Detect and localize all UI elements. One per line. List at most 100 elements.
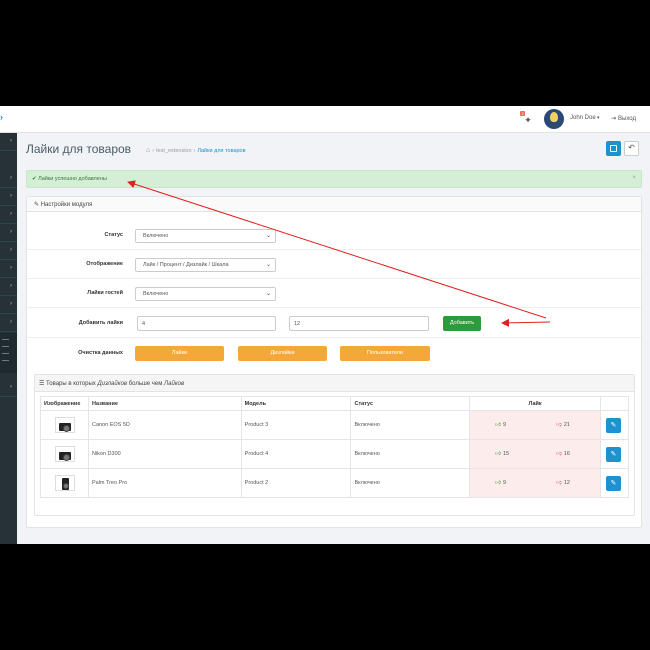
logout-link[interactable]: ⇥ Выход <box>611 115 636 122</box>
product-image-cell <box>40 468 89 498</box>
sidebar: › › › › › › › › › › › <box>0 133 17 544</box>
clear-likes-button[interactable]: Лайки <box>135 346 224 361</box>
products-table: Изображение Название Модель Статус Лайк … <box>40 396 630 498</box>
thumbs-down-icon: 👎︎ 21 <box>556 422 570 428</box>
save-button[interactable] <box>606 141 621 156</box>
chevron-right-icon: › <box>10 211 12 217</box>
home-icon[interactable]: ⌂ <box>146 147 150 154</box>
products-title-likes: Лайков <box>164 381 185 387</box>
add-likes-row: Добавить лайки 4 12 Добавить <box>27 308 641 338</box>
add-likes-label: Добавить лайки <box>78 320 123 326</box>
table-row: Nikon D300 Product 4 Включено 👍︎ 15 👎︎ 16 … <box>40 439 630 469</box>
action-cell: ✎ <box>599 439 630 469</box>
product-model: Product 4 <box>240 439 352 469</box>
chevron-down-icon: ⌄ <box>265 262 271 268</box>
status-select[interactable]: Включено ⌄ <box>135 229 276 243</box>
status-row: Статус Включено ⌄ <box>27 222 641 250</box>
action-cell: ✎ <box>599 468 630 498</box>
likes-cell: 👍︎ 9 👎︎ 12 <box>469 468 601 498</box>
products-title-dislikes: Дизлайков <box>97 381 128 387</box>
clear-users-button[interactable]: Пользователи <box>340 346 430 361</box>
column-header-status[interactable]: Статус <box>350 396 471 411</box>
column-header-action <box>599 396 630 411</box>
product-image-cell <box>40 410 89 440</box>
like-count: 15 <box>503 451 510 457</box>
alert-text: Лайки успешно добавлены <box>38 176 107 182</box>
chevron-right-icon: › <box>10 193 12 199</box>
column-header-model[interactable]: Модель <box>240 396 352 411</box>
sidebar-item[interactable]: › <box>0 133 17 151</box>
settings-panel: ✎ Настройки модуля Статус Включено ⌄ Отоб… <box>26 196 642 528</box>
sidebar-item[interactable]: › <box>0 206 17 224</box>
product-status: Включено <box>350 468 471 498</box>
notifications-button[interactable]: ✦ 2 <box>520 111 536 128</box>
pencil-icon: ✎ <box>610 450 617 458</box>
reply-icon: ↶ <box>628 143 635 152</box>
guest-likes-row: Лайки гостей Включено ⌄ <box>27 279 641 308</box>
product-status: Включено <box>350 439 471 469</box>
chevron-right-icon: › <box>10 283 12 289</box>
chevron-right-icon: › <box>10 175 12 181</box>
table-header-row: Изображение Название Модель Статус Лайк <box>40 396 630 411</box>
back-button[interactable]: ↶ <box>624 141 639 156</box>
likes-count-input[interactable]: 4 <box>137 316 276 331</box>
product-image <box>55 417 75 433</box>
clear-dislikes-button[interactable]: Дизлайки <box>238 346 327 361</box>
action-cell: ✎ <box>599 410 630 440</box>
sidebar-item[interactable]: › <box>0 188 17 206</box>
top-header: › ✦ 2 John Doe ▾ ⇥ Выход <box>0 106 650 133</box>
avatar[interactable] <box>544 109 564 129</box>
product-name: Nikon D300 <box>87 439 242 469</box>
like-count: 9 <box>503 422 507 428</box>
display-row: Отображение Лайк / Процент / Дизлайк / Ш… <box>27 250 641 279</box>
guest-likes-select[interactable]: Включено ⌄ <box>135 287 276 301</box>
column-header-name[interactable]: Название <box>87 396 242 411</box>
edit-button[interactable]: ✎ <box>605 417 621 433</box>
dislike-count: 16 <box>563 451 570 457</box>
sidebar-item[interactable]: › <box>0 260 17 278</box>
sidebar-item[interactable]: › <box>0 379 17 397</box>
thumbs-down-icon: 👎︎ 16 <box>556 451 570 457</box>
breadcrumb-item[interactable]: test_extension <box>156 148 191 154</box>
dislike-count: 21 <box>563 422 570 428</box>
chevron-right-icon: › <box>10 265 12 271</box>
logout-label: Выход <box>618 116 636 122</box>
sidebar-item[interactable]: › <box>0 314 17 332</box>
pencil-icon: ✎ <box>610 479 617 487</box>
chevron-down-icon: ⌄ <box>265 291 271 297</box>
chevron-right-icon: › <box>10 301 12 307</box>
bell-icon: ✦ <box>524 114 532 125</box>
sidebar-item[interactable]: › <box>0 278 17 296</box>
sidebar-item[interactable]: › <box>0 224 17 242</box>
add-button[interactable]: Добавить <box>443 316 481 331</box>
edit-button[interactable]: ✎ <box>605 446 621 462</box>
app-window: › ✦ 2 John Doe ▾ ⇥ Выход › › › › › › › › … <box>0 106 650 544</box>
chevron-right-icon: › <box>10 319 12 325</box>
dislikes-count-input[interactable]: 12 <box>289 316 429 331</box>
product-image <box>55 446 75 462</box>
pencil-icon: ✎ <box>34 202 41 208</box>
products-title-middle: больше чем <box>127 381 165 387</box>
sidebar-item[interactable]: › <box>0 296 17 314</box>
sidebar-submenu <box>0 333 17 373</box>
product-status: Включено <box>350 410 471 440</box>
guest-likes-select-value: Включено <box>143 291 169 297</box>
sidebar-item[interactable]: › <box>0 242 17 260</box>
product-image-cell <box>40 439 89 469</box>
page-title: Лайки для товаров <box>26 142 132 156</box>
likes-cell: 👍︎ 9 👎︎ 21 <box>469 410 601 440</box>
sidebar-item[interactable]: › <box>0 170 17 188</box>
status-select-value: Включено <box>143 233 169 239</box>
user-name[interactable]: John Doe <box>570 115 596 121</box>
close-icon[interactable]: × <box>632 175 636 181</box>
logo-icon[interactable]: › <box>0 113 6 122</box>
breadcrumb-item[interactable]: Лайки для товаров <box>197 148 245 154</box>
chevron-right-icon: › <box>10 384 12 390</box>
edit-button[interactable]: ✎ <box>605 475 621 491</box>
likes-cell: 👍︎ 15 👎︎ 16 <box>469 439 601 469</box>
display-select[interactable]: Лайк / Процент / Дизлайк / Шкала ⌄ <box>135 258 276 272</box>
thumbs-up-icon: 👍︎ 9 <box>495 422 507 428</box>
panel-title: Настройки модуля <box>40 202 93 208</box>
caret-down-icon[interactable]: ▾ <box>597 115 600 121</box>
panel-heading: ✎ Настройки модуля <box>27 197 641 212</box>
